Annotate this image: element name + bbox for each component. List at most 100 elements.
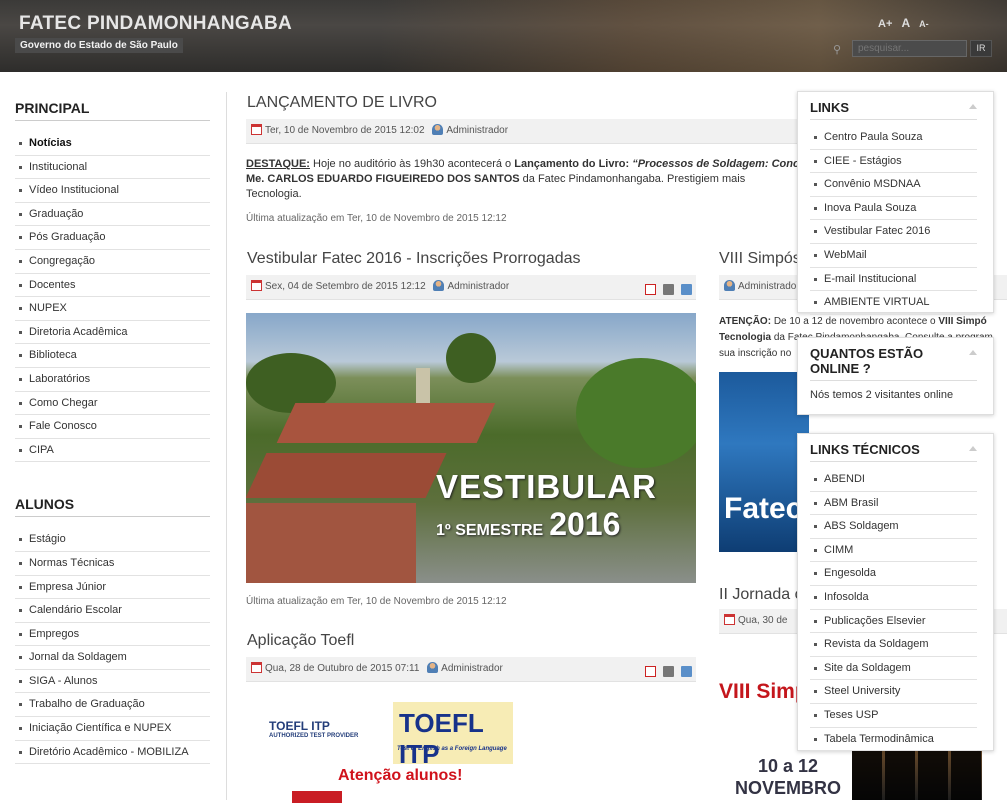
menu-item-graduacao[interactable]: Graduação	[15, 203, 210, 227]
title-divider	[810, 119, 977, 120]
article-meta-bar: Ter, 10 de Novembro de 2015 12:02 Admini…	[246, 119, 806, 144]
link-centro-paula-souza[interactable]: Centro Paula Souza	[810, 126, 977, 150]
menu-item-normas-tecnicas[interactable]: Normas Técnicas	[15, 552, 210, 576]
menu-item-como-chegar[interactable]: Como Chegar	[15, 392, 210, 416]
link-engesolda[interactable]: Engesolda	[810, 562, 977, 586]
menu-item-empresa-junior[interactable]: Empresa Júnior	[15, 576, 210, 600]
dates-line1: 10 a 12	[757, 756, 819, 776]
site-header: FATEC PINDAMONHANGABA Governo do Estado …	[0, 0, 1007, 72]
toefl-itp-logo: TOEFL ITP Test of English as a Foreign L…	[393, 702, 513, 769]
article-title-lancamento[interactable]: LANÇAMENTO DE LIVRO	[247, 94, 437, 112]
banner-fatec-text: Fatec	[724, 492, 803, 525]
collapse-arrow-icon[interactable]	[969, 350, 977, 355]
print-icon[interactable]	[663, 666, 674, 677]
font-increase-button[interactable]: A+	[878, 18, 892, 30]
links-module: LINKS Centro Paula Souza CIEE - Estágios…	[797, 91, 994, 315]
site-title[interactable]: FATEC PINDAMONHANGABA	[19, 13, 292, 35]
font-reset-button[interactable]: A	[901, 16, 910, 30]
menu-item-trabalho-de-graduacao[interactable]: Trabalho de Graduação	[15, 693, 210, 718]
menu-item-docentes[interactable]: Docentes	[15, 274, 210, 298]
article-tools	[638, 663, 692, 687]
pdf-icon[interactable]	[645, 284, 656, 295]
search-button[interactable]: IR	[970, 40, 992, 57]
menu-item-jornal-da-soldagem[interactable]: Jornal da Soldagem	[15, 646, 210, 670]
menu-item-institucional[interactable]: Institucional	[15, 156, 210, 180]
font-decrease-button[interactable]: A-	[919, 19, 929, 29]
link-infosolda[interactable]: Infosolda	[810, 586, 977, 610]
alunos-menu-title: ALUNOS	[15, 496, 210, 518]
article-updated: Última atualização em Ter, 10 de Novembr…	[246, 213, 507, 224]
logo-subtitle: AUTHORIZED TEST PROVIDER	[269, 733, 359, 739]
article-title-vestibular[interactable]: Vestibular Fatec 2016 - Inscrições Prorr…	[247, 250, 581, 268]
title-divider	[810, 461, 977, 462]
menu-item-fale-conosco[interactable]: Fale Conosco	[15, 415, 210, 439]
link-abm-brasil[interactable]: ABM Brasil	[810, 492, 977, 516]
link-webmail[interactable]: WebMail	[810, 244, 977, 268]
article-text: De 10 a 12 de novembro acontece o	[773, 316, 936, 327]
link-steel-university[interactable]: Steel University	[810, 680, 977, 704]
menu-item-biblioteca[interactable]: Biblioteca	[15, 344, 210, 368]
article-date: Ter, 10 de Novembro de 2015 12:02	[265, 125, 425, 136]
link-publicacoes-elsevier[interactable]: Publicações Elsevier	[810, 610, 977, 634]
link-email-institucional[interactable]: E-mail Institucional	[810, 268, 977, 292]
menu-item-video-institucional[interactable]: Vídeo Institucional	[15, 179, 210, 203]
menu-item-empregos[interactable]: Empregos	[15, 623, 210, 647]
link-ciee-estagios[interactable]: CIEE - Estágios	[810, 150, 977, 174]
collapse-arrow-icon[interactable]	[969, 446, 977, 451]
article-meta-bar: Sex, 04 de Setembro de 2015 12:12 Admini…	[246, 275, 696, 300]
menu-item-diretoria-academica[interactable]: Diretoria Acadêmica	[15, 321, 210, 345]
email-icon[interactable]	[681, 666, 692, 677]
menu-item-laboratorios[interactable]: Laboratórios	[15, 368, 210, 392]
pdf-icon[interactable]	[645, 666, 656, 677]
article-author: Administrador	[446, 125, 509, 136]
menu-item-noticias[interactable]: Notícias	[15, 132, 210, 156]
link-teses-usp[interactable]: Teses USP	[810, 704, 977, 728]
online-title: QUANTOS ESTÃO ONLINE ?	[798, 338, 993, 380]
toefl-itp-provider-logo: TOEFL ITP AUTHORIZED TEST PROVIDER	[269, 719, 364, 749]
print-icon[interactable]	[663, 284, 674, 295]
link-vestibular-fatec[interactable]: Vestibular Fatec 2016	[810, 220, 977, 244]
link-abendi[interactable]: ABENDI	[810, 468, 977, 492]
menu-item-siga-alunos[interactable]: SIGA - Alunos	[15, 670, 210, 694]
menu-item-pos-graduacao[interactable]: Pós Graduação	[15, 226, 210, 250]
menu-item-congregacao[interactable]: Congregação	[15, 250, 210, 274]
menu-item-estagio[interactable]: Estágio	[15, 528, 210, 552]
links-list: Centro Paula Souza CIEE - Estágios Convê…	[810, 126, 977, 315]
logo-title: TOEFL ITP	[269, 719, 330, 733]
collapse-arrow-icon[interactable]	[969, 104, 977, 109]
link-revista-da-soldagem[interactable]: Revista da Soldagem	[810, 633, 977, 657]
article-title-toefl[interactable]: Aplicação Toefl	[247, 632, 354, 650]
article-date: Qua, 30 de	[738, 615, 788, 626]
calendar-icon	[251, 124, 262, 135]
book-title: “Processos de Soldagem: Conc	[632, 158, 800, 170]
banner-text: VESTIBULAR 1º SEMESTRE 2016	[436, 468, 657, 543]
article-text: sua inscrição no	[719, 348, 792, 359]
link-cimm[interactable]: CIMM	[810, 539, 977, 563]
menu-item-iniciacao-cientifica[interactable]: Iniciação Científica e NUPEX	[15, 717, 210, 741]
vestibular-banner-image[interactable]: VESTIBULAR 1º SEMESTRE 2016	[246, 313, 696, 583]
left-sidebar: PRINCIPAL Notícias Institucional Vídeo I…	[15, 100, 210, 765]
article-author: Administrador	[738, 281, 800, 292]
links-tecnicos-title-text: LINKS TÉCNICOS	[810, 442, 920, 457]
link-ambiente-virtual[interactable]: AMBIENTE VIRTUAL	[810, 291, 977, 315]
menu-item-cipa[interactable]: CIPA	[15, 439, 210, 463]
email-icon[interactable]	[681, 284, 692, 295]
article-title-simposio[interactable]: VIII Simpós	[719, 250, 801, 268]
link-convenio-msdnaa[interactable]: Convênio MSDNAA	[810, 173, 977, 197]
link-inova-paula-souza[interactable]: Inova Paula Souza	[810, 197, 977, 221]
banner-line1: VESTIBULAR	[436, 468, 657, 505]
article-title-jornada[interactable]: II Jornada c	[719, 586, 803, 604]
link-tabela-termodinamica[interactable]: Tabela Termodinâmica	[810, 728, 977, 752]
toefl-red-strip	[292, 791, 342, 803]
menu-item-nupex[interactable]: NUPEX	[15, 297, 210, 321]
link-abs-soldagem[interactable]: ABS Soldagem	[810, 515, 977, 539]
search-input[interactable]	[852, 40, 967, 57]
menu-item-diretorio-academico[interactable]: Diretório Acadêmico - MOBILIZA	[15, 741, 210, 765]
simposio-banner-image[interactable]: Fatec	[719, 372, 809, 552]
roof-shape	[246, 453, 447, 498]
article-text-bold: VIII Simpó	[938, 316, 987, 327]
attention-notice: Atenção alunos!	[338, 767, 463, 784]
menu-item-calendario-escolar[interactable]: Calendário Escolar	[15, 599, 210, 623]
link-site-da-soldagem[interactable]: Site da Soldagem	[810, 657, 977, 681]
online-count: Nós temos 2 visitantes online	[810, 389, 954, 401]
